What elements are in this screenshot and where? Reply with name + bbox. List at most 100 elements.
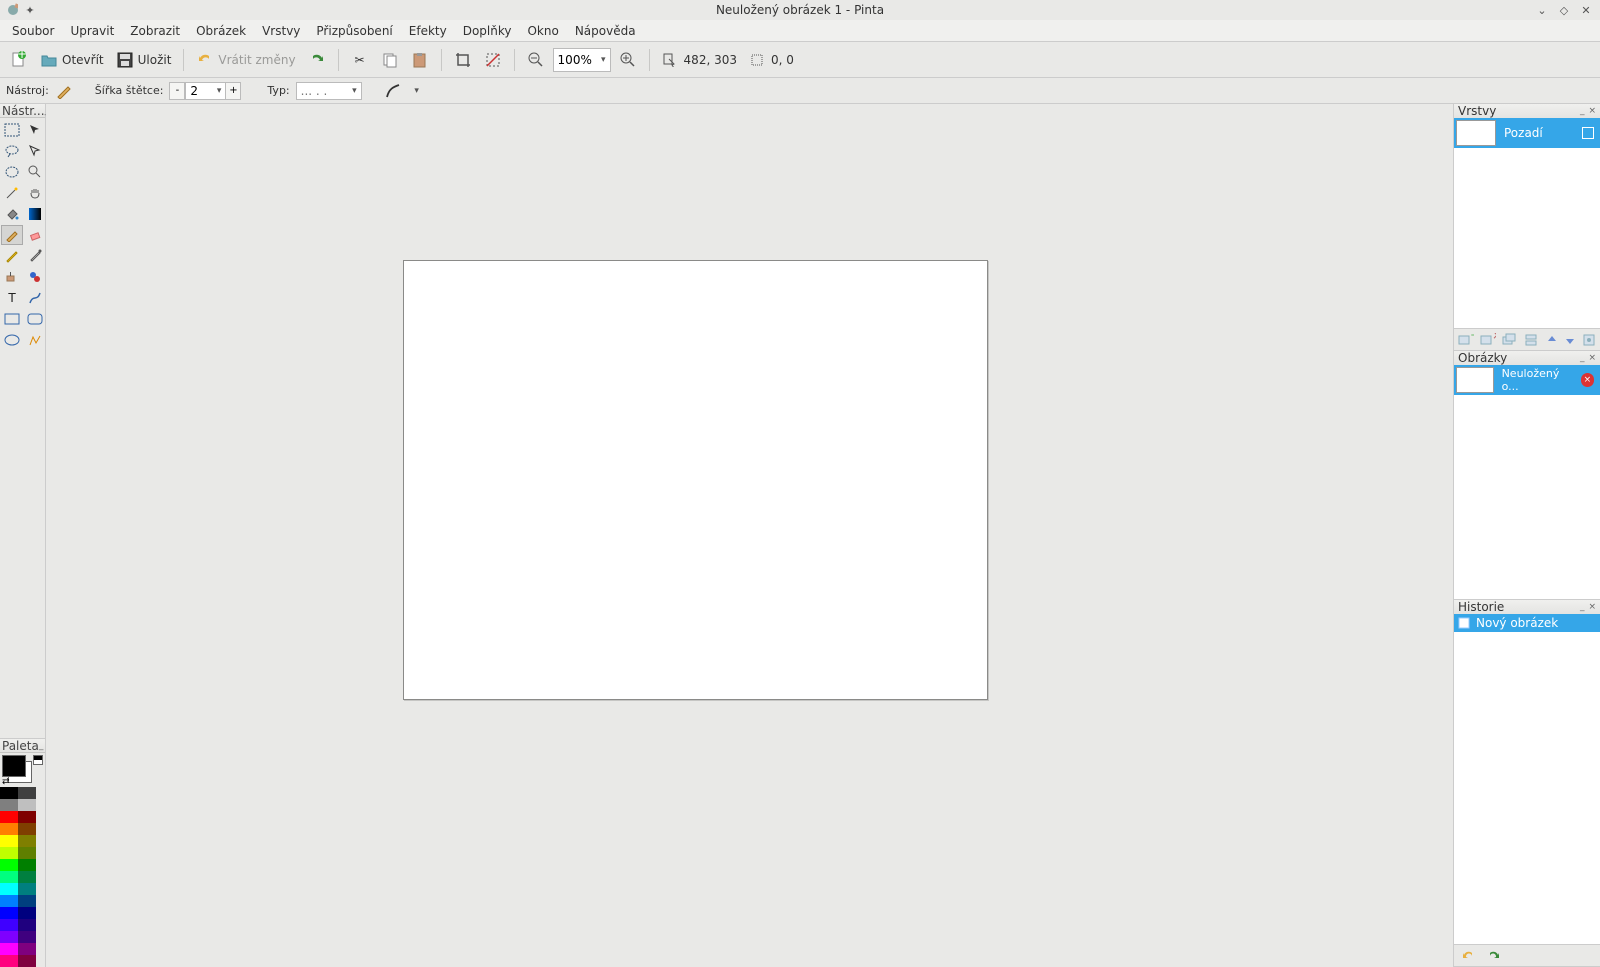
menu-efekty[interactable]: Efekty (401, 22, 455, 40)
delete-layer-button[interactable]: × (1480, 332, 1496, 348)
copy-button[interactable] (377, 47, 403, 73)
palette-swatch[interactable] (18, 823, 36, 835)
canvas-area[interactable] (46, 104, 1453, 967)
palette-swatch[interactable] (18, 955, 36, 967)
close-panel-icon[interactable]: × (1588, 602, 1596, 612)
palette-swatch[interactable] (18, 811, 36, 823)
tool-pan[interactable] (24, 183, 46, 203)
palette-swatch[interactable] (0, 835, 18, 847)
palette-swatch[interactable] (0, 907, 18, 919)
palette-swatch[interactable] (18, 799, 36, 811)
minimize-panel-icon[interactable]: _ (1580, 106, 1585, 116)
layers-panel-header[interactable]: Vrstvy_× (1454, 104, 1600, 118)
palette-swatch[interactable] (0, 943, 18, 955)
merge-layer-button[interactable] (1524, 332, 1540, 348)
images-panel-header[interactable]: Obrázky_× (1454, 351, 1600, 365)
brush-width-spinner[interactable]: - 2▾ + (169, 81, 241, 101)
menu-vrstvy[interactable]: Vrstvy (254, 22, 308, 40)
palette-swatch[interactable] (0, 799, 18, 811)
menu-zobrazit[interactable]: Zobrazit (122, 22, 188, 40)
palette-panel-header[interactable]: Paleta_ (0, 739, 45, 753)
layer-down-button[interactable] (1564, 332, 1576, 348)
palette-swatch[interactable] (18, 871, 36, 883)
tool-rect-select[interactable] (1, 120, 23, 140)
palette-swatch[interactable] (18, 847, 36, 859)
tool-clone[interactable] (1, 267, 23, 287)
palette-swatch[interactable] (0, 787, 18, 799)
tool-brush[interactable] (1, 225, 23, 245)
palette-swatch[interactable] (18, 931, 36, 943)
close-image-button[interactable]: × (1581, 373, 1594, 387)
menu-soubor[interactable]: Soubor (4, 22, 62, 40)
palette-swatch[interactable] (0, 931, 18, 943)
menu-upravit[interactable]: Upravit (62, 22, 122, 40)
tool-ellipse[interactable] (1, 330, 23, 350)
brush-decrement[interactable]: - (169, 82, 185, 100)
palette-swatch[interactable] (18, 835, 36, 847)
tool-recolor[interactable] (24, 267, 46, 287)
crop-button[interactable] (450, 47, 476, 73)
tool-rounded-rect[interactable] (24, 309, 46, 329)
minimize-icon[interactable]: ⌄ (1536, 4, 1548, 16)
palette-swatch[interactable] (18, 907, 36, 919)
close-panel-icon[interactable]: × (1588, 353, 1596, 363)
palette-swatch[interactable] (0, 859, 18, 871)
layer-visible-checkbox[interactable] (1582, 127, 1594, 139)
tool-zoom[interactable] (24, 162, 46, 182)
canvas[interactable] (403, 260, 988, 700)
paste-button[interactable] (407, 47, 433, 73)
image-row[interactable]: Neuložený o... × (1454, 365, 1600, 395)
tool-gradient[interactable] (24, 204, 46, 224)
swap-colors-icon[interactable]: ⇄ (2, 777, 10, 787)
palette-swatch[interactable] (18, 859, 36, 871)
palette-swatch[interactable] (18, 787, 36, 799)
new-file-button[interactable]: + (6, 47, 32, 73)
antialias-dropdown[interactable]: ▾ (408, 82, 426, 100)
primary-secondary-swatch[interactable]: ⇄ (0, 753, 45, 787)
palette-swatch[interactable] (0, 883, 18, 895)
tool-ellipse-select[interactable] (1, 162, 23, 182)
minimize-panel-icon[interactable]: _ (1580, 353, 1585, 363)
open-button[interactable]: Otevřít (36, 47, 108, 73)
add-layer-button[interactable]: + (1458, 332, 1474, 348)
menu-napoveda[interactable]: Nápověda (567, 22, 644, 40)
tools-panel-header[interactable]: Nástr..._ (0, 104, 45, 118)
close-icon[interactable]: ✕ (1580, 4, 1592, 16)
tool-move-selection[interactable] (24, 120, 46, 140)
tool-lasso[interactable] (1, 141, 23, 161)
palette-swatch[interactable] (0, 823, 18, 835)
zoom-out-button[interactable] (523, 47, 549, 73)
tool-wand[interactable] (1, 183, 23, 203)
palette-swatch[interactable] (0, 847, 18, 859)
history-undo-button[interactable] (1460, 949, 1476, 963)
palette-swatch[interactable] (18, 943, 36, 955)
undo-button[interactable]: Vrátit změny (192, 47, 299, 73)
minimize-panel-icon[interactable]: _ (1580, 602, 1585, 612)
layer-up-button[interactable] (1546, 332, 1558, 348)
history-row[interactable]: Nový obrázek (1454, 614, 1600, 632)
mini-swatch-icon[interactable] (33, 755, 43, 765)
brush-type-combo[interactable]: ... . .▾ (296, 82, 362, 100)
palette-swatch[interactable] (18, 919, 36, 931)
menu-okno[interactable]: Okno (519, 22, 566, 40)
tool-color-picker[interactable] (24, 246, 46, 266)
brush-width-value[interactable]: 2▾ (185, 82, 225, 100)
maximize-icon[interactable]: ◇ (1558, 4, 1570, 16)
minimize-panel-icon[interactable]: _ (39, 741, 44, 751)
tool-eraser[interactable] (24, 225, 46, 245)
duplicate-layer-button[interactable] (1502, 332, 1518, 348)
tool-rectangle[interactable] (1, 309, 23, 329)
close-panel-icon[interactable]: × (1588, 106, 1596, 116)
menu-obrazek[interactable]: Obrázek (188, 22, 254, 40)
menu-doplnky[interactable]: Doplňky (455, 22, 520, 40)
layer-properties-button[interactable] (1582, 332, 1596, 348)
palette-swatch[interactable] (0, 919, 18, 931)
zoom-in-button[interactable] (615, 47, 641, 73)
zoom-combo[interactable]: 100%▾ (553, 48, 611, 72)
antialias-button[interactable] (384, 82, 402, 100)
layer-row[interactable]: Pozadí (1454, 118, 1600, 148)
palette-swatch[interactable] (18, 883, 36, 895)
redo-button[interactable] (304, 47, 330, 73)
deselect-button[interactable] (480, 47, 506, 73)
palette-swatch[interactable] (0, 871, 18, 883)
